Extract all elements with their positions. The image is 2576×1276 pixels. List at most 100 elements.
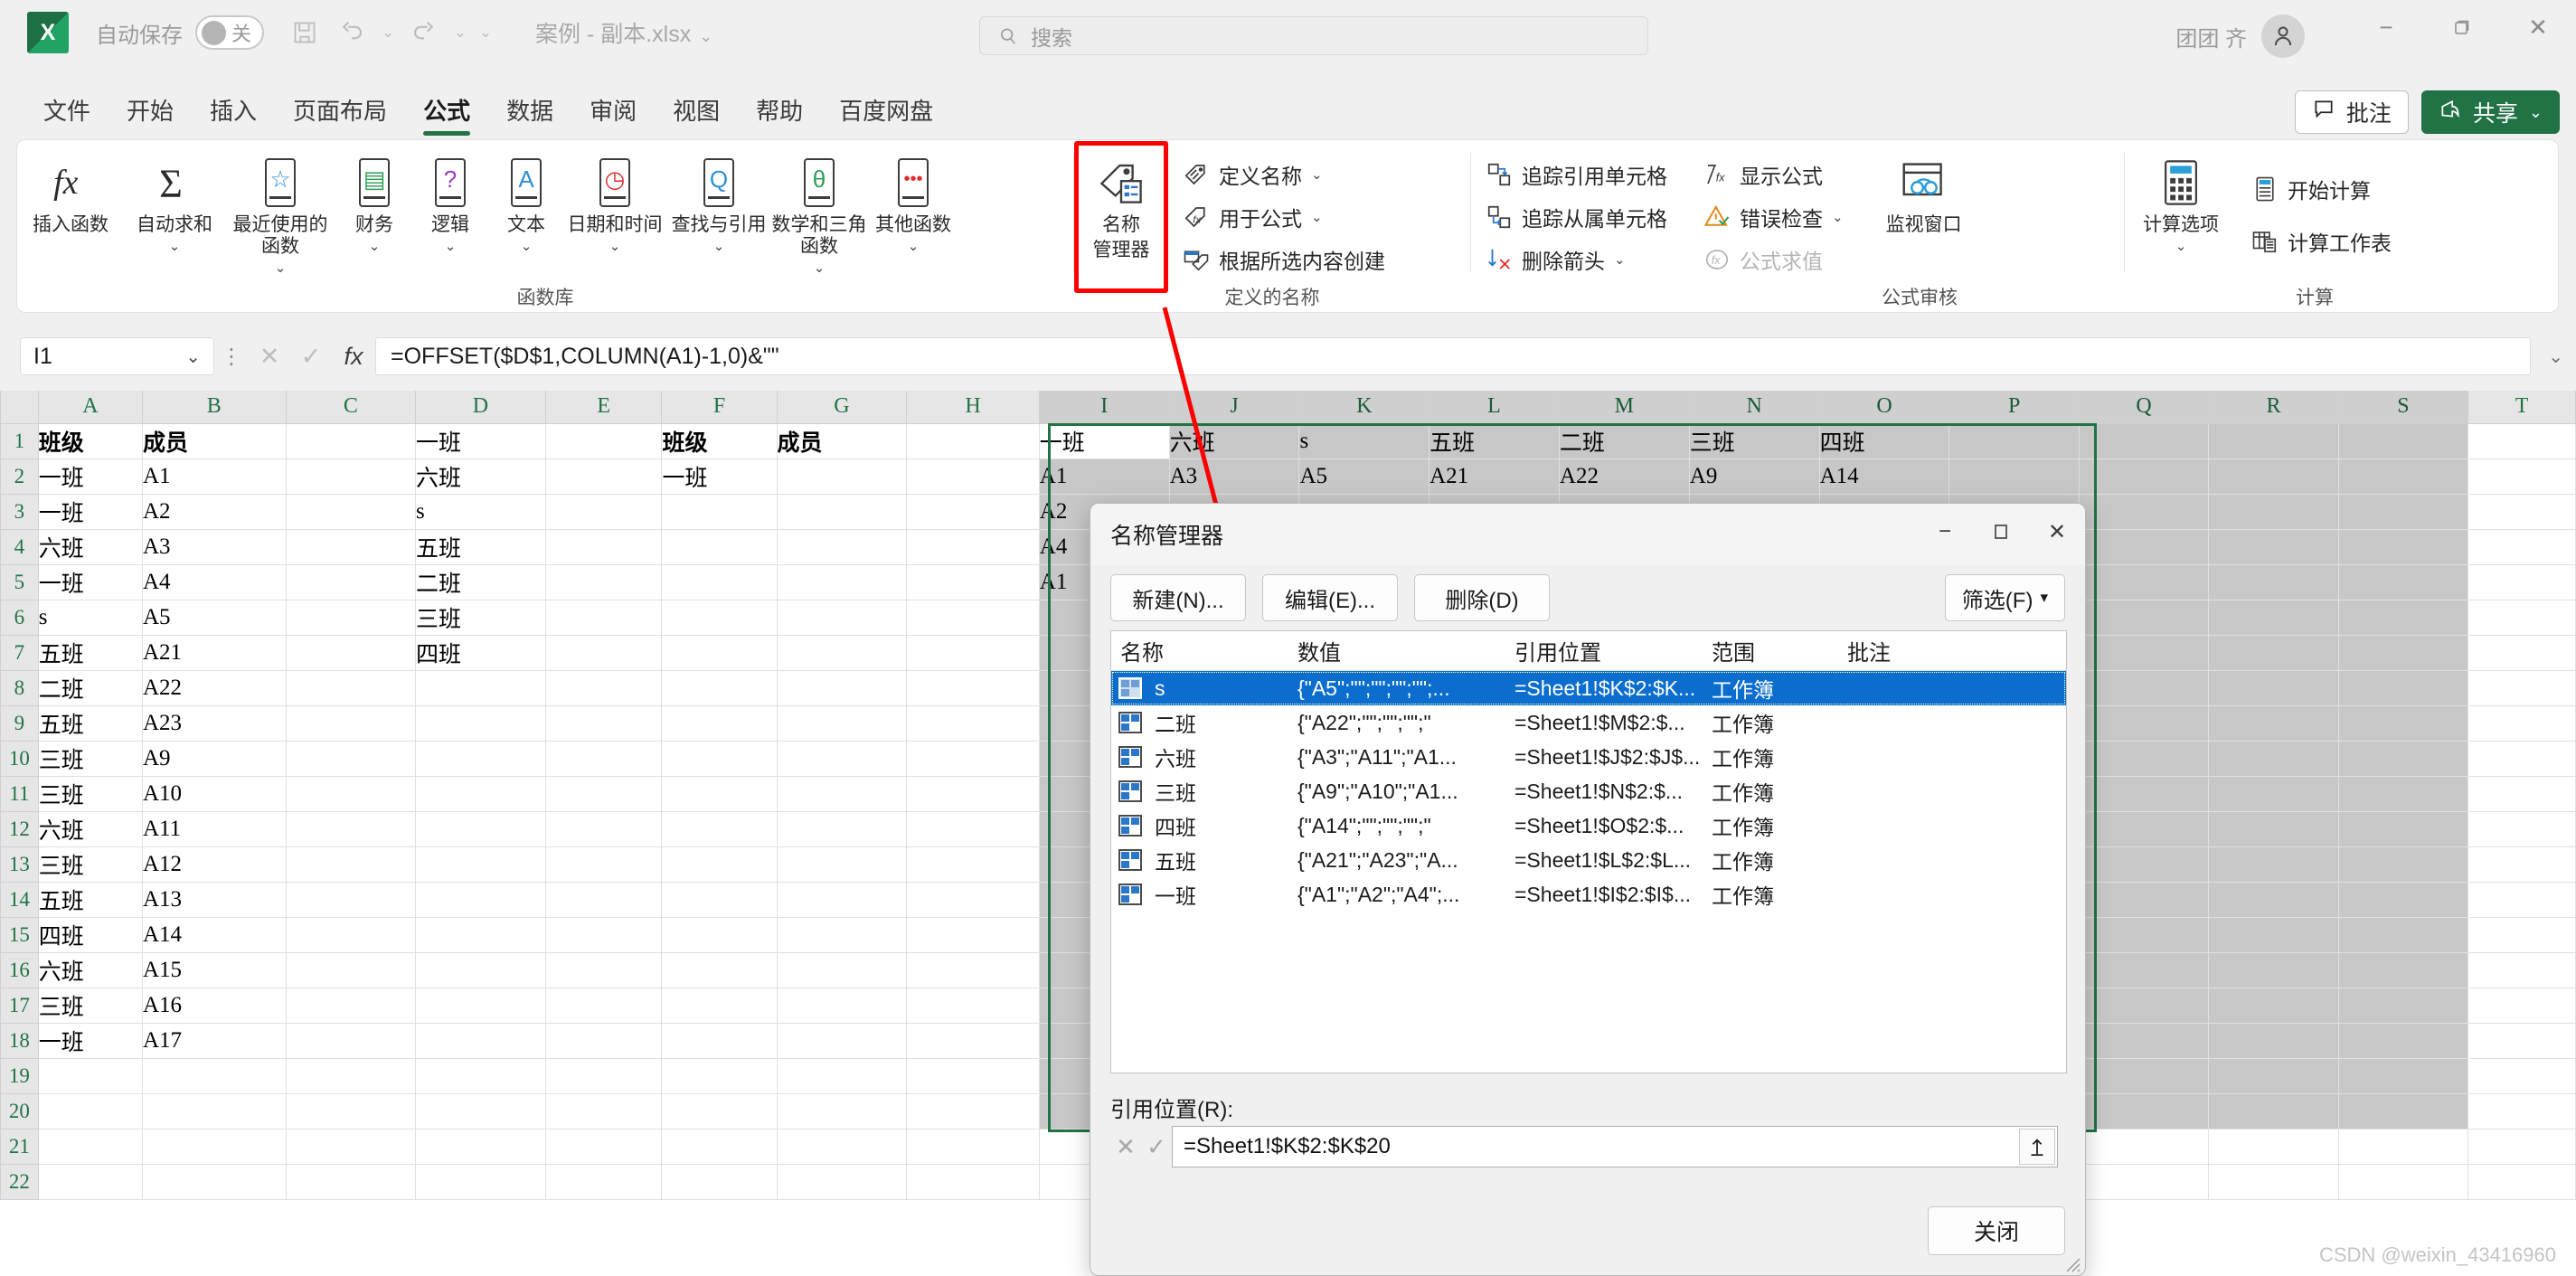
cell-B11[interactable]: A10 [142, 776, 287, 812]
cell-H16[interactable] [906, 952, 1040, 988]
row-header-14[interactable]: 14 [0, 881, 39, 918]
cell-F13[interactable] [661, 846, 778, 883]
calculate-sheet-button[interactable]: 计算工作表 [2242, 222, 2401, 261]
cell-G21[interactable] [777, 1129, 908, 1165]
cell-B5[interactable]: A4 [142, 564, 287, 600]
cell-S9[interactable] [2338, 705, 2469, 742]
dialog-minimize-button[interactable]: − [1917, 504, 1973, 560]
cell-S3[interactable] [2338, 494, 2469, 530]
cancel-x-icon[interactable]: ✕ [1110, 1127, 1141, 1167]
column-header-A[interactable]: A [37, 391, 143, 424]
cell-H20[interactable] [906, 1093, 1040, 1129]
list-item[interactable]: s {"A5";"";"";"";"";... =Sheet1!$K$2:$K.… [1111, 671, 2066, 705]
cell-H6[interactable] [906, 600, 1040, 636]
cell-T4[interactable] [2467, 529, 2576, 565]
cell-R6[interactable] [2208, 600, 2339, 636]
define-name-button[interactable]: 定义名称 ⌄ [1174, 155, 1394, 194]
cell-A15[interactable]: 四班 [38, 917, 143, 953]
cell-B1[interactable]: 成员 [142, 423, 287, 459]
cell-D1[interactable]: 一班 [415, 423, 546, 459]
cell-G11[interactable] [777, 776, 908, 812]
cell-N1[interactable]: 三班 [1689, 423, 1820, 459]
cell-B2[interactable]: A1 [142, 458, 287, 495]
cell-T21[interactable] [2467, 1129, 2576, 1165]
column-header-Q[interactable]: Q [2078, 391, 2210, 424]
cell-E14[interactable] [545, 882, 663, 918]
column-header-O[interactable]: O [1818, 391, 1950, 424]
cell-G17[interactable] [777, 988, 908, 1024]
column-header-S[interactable]: S [2337, 391, 2469, 424]
cell-Q2[interactable] [2079, 458, 2210, 495]
cell-G13[interactable] [777, 846, 908, 883]
cell-F10[interactable] [661, 741, 778, 777]
cell-Q16[interactable] [2079, 952, 2210, 988]
name-box-chevron-icon[interactable]: ⌄ [185, 345, 201, 368]
cell-F9[interactable] [661, 705, 778, 742]
cell-R20[interactable] [2208, 1093, 2339, 1129]
tab-insert[interactable]: 插入 [193, 89, 273, 136]
cell-C3[interactable] [286, 494, 417, 530]
cell-A9[interactable]: 五班 [38, 705, 143, 742]
cell-G2[interactable] [777, 458, 908, 495]
cell-O2[interactable]: A14 [1819, 458, 1950, 495]
cell-R2[interactable] [2208, 458, 2339, 495]
undo-dropdown-icon[interactable]: ⌄ [378, 24, 398, 42]
cell-T2[interactable] [2467, 458, 2576, 495]
save-icon[interactable] [284, 12, 326, 53]
cell-A12[interactable]: 六班 [38, 811, 143, 847]
remove-arrows-button[interactable]: 删除箭头 ⌄ [1477, 240, 1676, 279]
row-header-2[interactable]: 2 [0, 458, 39, 495]
confirm-check-icon[interactable]: ✓ [290, 343, 332, 371]
cell-C9[interactable] [286, 705, 417, 742]
autosum-button[interactable]: Σ 自动求和 ⌄ [125, 149, 224, 254]
cell-F5[interactable] [661, 564, 778, 600]
cell-H13[interactable] [906, 846, 1040, 883]
cell-D13[interactable] [415, 846, 546, 883]
column-header-N[interactable]: N [1688, 391, 1820, 424]
collapse-dialog-icon[interactable] [2019, 1129, 2055, 1165]
cell-F17[interactable] [661, 988, 778, 1024]
cell-H11[interactable] [906, 776, 1040, 812]
cell-C5[interactable] [286, 564, 417, 600]
select-all-corner[interactable] [0, 391, 39, 424]
cell-F3[interactable] [661, 494, 778, 530]
cell-E17[interactable] [545, 988, 663, 1024]
cell-F11[interactable] [661, 776, 778, 812]
resize-grip-icon[interactable] [2062, 1253, 2081, 1273]
cell-G12[interactable] [777, 811, 908, 847]
cell-C17[interactable] [286, 988, 417, 1024]
logical-chevron-icon[interactable]: ⌄ [445, 240, 457, 253]
cell-H19[interactable] [906, 1058, 1040, 1094]
cell-T12[interactable] [2467, 811, 2576, 847]
cell-F6[interactable] [661, 600, 778, 636]
tab-help[interactable]: 帮助 [740, 89, 819, 136]
col-header-scope[interactable]: 范围 [1703, 635, 1838, 666]
redo-dropdown-icon[interactable]: ⌄ [450, 24, 470, 42]
cell-F4[interactable] [661, 529, 778, 565]
cell-B19[interactable] [142, 1058, 287, 1094]
cell-E9[interactable] [545, 705, 663, 742]
cell-F22[interactable] [661, 1164, 778, 1200]
cell-E20[interactable] [545, 1093, 663, 1129]
cell-F7[interactable] [661, 635, 778, 671]
math-trig-chevron-icon[interactable]: ⌄ [814, 261, 826, 275]
cell-L2[interactable]: A21 [1429, 458, 1560, 495]
column-header-P[interactable]: P [1949, 391, 2080, 424]
row-header-17[interactable]: 17 [0, 987, 39, 1024]
insert-function-button[interactable]: fx 插入函数 [17, 149, 124, 236]
column-header-J[interactable]: J [1168, 391, 1300, 424]
column-header-H[interactable]: H [906, 391, 1040, 424]
cell-E10[interactable] [545, 741, 663, 777]
cell-C10[interactable] [286, 741, 417, 777]
cell-A13[interactable]: 三班 [38, 846, 143, 883]
recently-used-button[interactable]: ☆ 最近使用的函数 ⌄ [224, 149, 336, 275]
cell-T13[interactable] [2467, 846, 2576, 883]
cell-H1[interactable] [906, 423, 1040, 459]
list-item[interactable]: 六班 {"A3";"A11";"A1... =Sheet1!$J$2:$J$..… [1111, 740, 2066, 774]
cell-S22[interactable] [2338, 1164, 2469, 1200]
cell-T20[interactable] [2467, 1093, 2576, 1129]
cell-R8[interactable] [2208, 670, 2339, 706]
row-header-5[interactable]: 5 [0, 563, 39, 600]
cell-H4[interactable] [906, 529, 1040, 565]
show-formulas-button[interactable]: fx 显示公式 [1694, 155, 1853, 194]
